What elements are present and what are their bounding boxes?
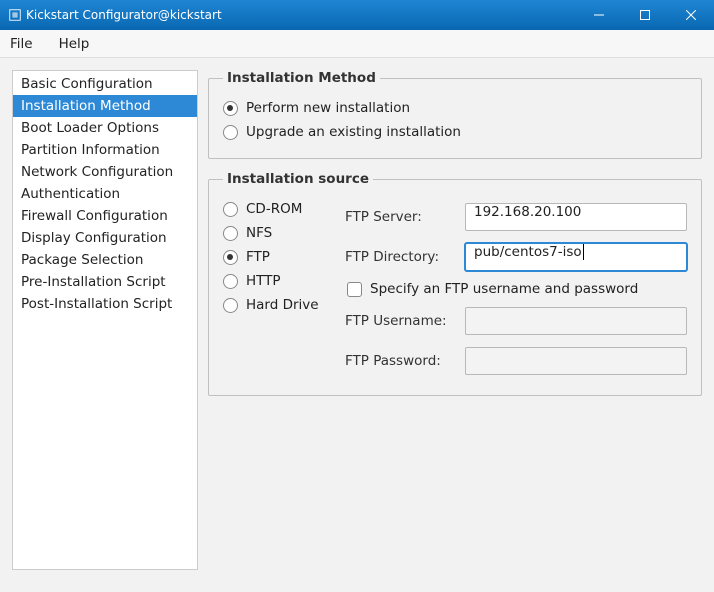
minimize-button[interactable] (576, 0, 622, 30)
menu-help[interactable]: Help (55, 34, 94, 54)
sidebar-item-basic-configuration[interactable]: Basic Configuration (13, 73, 197, 95)
window-controls (576, 0, 714, 30)
installation-method-group: Installation Method Perform new installa… (208, 70, 702, 159)
radio-icon (223, 298, 238, 313)
sidebar-item-boot-loader-options[interactable]: Boot Loader Options (13, 117, 197, 139)
ftp-directory-input[interactable]: pub/centos7-iso (465, 243, 687, 271)
content-area: Basic Configuration Installation Method … (0, 58, 714, 582)
ftp-username-input[interactable] (465, 307, 687, 335)
installation-source-legend: Installation source (223, 171, 373, 187)
radio-icon (223, 202, 238, 217)
radio-icon (223, 101, 238, 116)
main-panel: Installation Method Perform new installa… (208, 70, 702, 570)
radio-cdrom[interactable]: CD-ROM (223, 197, 333, 221)
radio-http[interactable]: HTTP (223, 269, 333, 293)
radio-label: CD-ROM (246, 201, 302, 217)
installation-method-legend: Installation Method (223, 70, 380, 86)
source-fields: FTP Server: 192.168.20.100 FTP Directory… (345, 197, 687, 381)
sidebar-item-installation-method[interactable]: Installation Method (13, 95, 197, 117)
radio-label: Perform new installation (246, 100, 410, 116)
radio-label: Hard Drive (246, 297, 319, 313)
ftp-credentials-checkbox[interactable]: Specify an FTP username and password (345, 277, 687, 301)
radio-label: FTP (246, 249, 270, 265)
radio-hard-drive[interactable]: Hard Drive (223, 293, 333, 317)
sidebar-item-partition-information[interactable]: Partition Information (13, 139, 197, 161)
ftp-server-input[interactable]: 192.168.20.100 (465, 203, 687, 231)
sidebar-item-network-configuration[interactable]: Network Configuration (13, 161, 197, 183)
app-icon (8, 8, 22, 22)
ftp-server-label: FTP Server: (345, 209, 455, 225)
close-button[interactable] (668, 0, 714, 30)
menu-file[interactable]: File (6, 34, 37, 54)
source-options: CD-ROM NFS FTP HTTP (223, 197, 333, 381)
sidebar-item-package-selection[interactable]: Package Selection (13, 249, 197, 271)
radio-nfs[interactable]: NFS (223, 221, 333, 245)
radio-label: NFS (246, 225, 272, 241)
radio-icon (223, 274, 238, 289)
maximize-button[interactable] (622, 0, 668, 30)
sidebar: Basic Configuration Installation Method … (12, 70, 198, 570)
checkbox-label: Specify an FTP username and password (370, 281, 638, 297)
sidebar-item-authentication[interactable]: Authentication (13, 183, 197, 205)
ftp-password-input[interactable] (465, 347, 687, 375)
radio-upgrade-existing-installation[interactable]: Upgrade an existing installation (223, 120, 687, 144)
radio-label: Upgrade an existing installation (246, 124, 461, 140)
installation-source-group: Installation source CD-ROM NFS FTP (208, 171, 702, 396)
radio-ftp[interactable]: FTP (223, 245, 333, 269)
sidebar-item-display-configuration[interactable]: Display Configuration (13, 227, 197, 249)
sidebar-item-pre-installation-script[interactable]: Pre-Installation Script (13, 271, 197, 293)
window-title: Kickstart Configurator@kickstart (22, 8, 576, 22)
checkbox-icon (347, 282, 362, 297)
menubar: File Help (0, 30, 714, 58)
radio-icon (223, 250, 238, 265)
radio-icon (223, 125, 238, 140)
radio-perform-new-installation[interactable]: Perform new installation (223, 96, 687, 120)
radio-icon (223, 226, 238, 241)
ftp-username-label: FTP Username: (345, 313, 455, 329)
sidebar-item-firewall-configuration[interactable]: Firewall Configuration (13, 205, 197, 227)
ftp-directory-label: FTP Directory: (345, 249, 455, 265)
sidebar-item-post-installation-script[interactable]: Post-Installation Script (13, 293, 197, 315)
titlebar: Kickstart Configurator@kickstart (0, 0, 714, 30)
radio-label: HTTP (246, 273, 281, 289)
ftp-password-label: FTP Password: (345, 353, 455, 369)
